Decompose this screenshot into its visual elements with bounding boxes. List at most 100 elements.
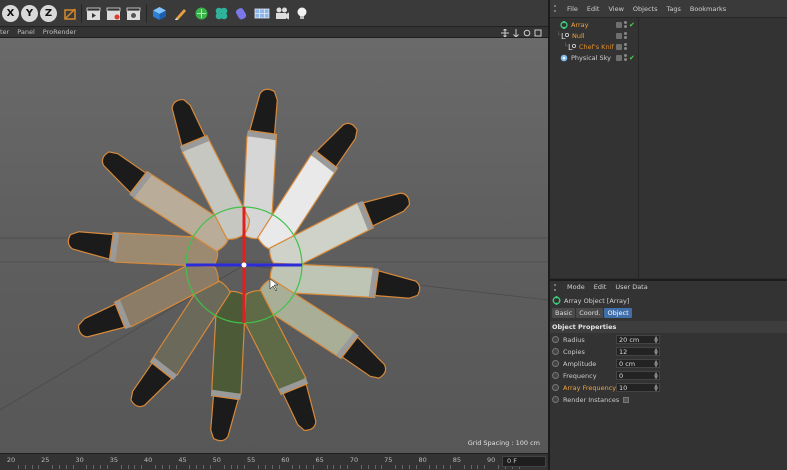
timeline-tick-label: 65 — [315, 456, 324, 464]
timeline-minor-tick — [223, 465, 225, 469]
grip-icon[interactable] — [554, 5, 560, 12]
layer-box[interactable] — [616, 54, 622, 61]
render-view-button[interactable] — [85, 5, 102, 22]
timeline-minor-tick — [463, 465, 465, 469]
animate-radio[interactable] — [552, 372, 559, 379]
menu-edit[interactable]: Edit — [594, 283, 607, 291]
object-row-null[interactable]: └ L Null — [550, 30, 787, 41]
x-axis-lock-button[interactable]: X — [2, 5, 19, 22]
viewport-menu-panel[interactable]: Panel — [17, 28, 35, 36]
timeline-minor-tick — [134, 465, 136, 469]
layer-box[interactable] — [616, 21, 622, 28]
maximize-view-icon[interactable] — [534, 29, 542, 37]
object-name[interactable]: Null — [572, 32, 585, 40]
tab-basic[interactable]: Basic — [552, 308, 576, 318]
stepper-arrows-icon[interactable]: ▲ ▼ — [654, 336, 658, 345]
copies-field[interactable]: 12 ▲ ▼ — [616, 347, 660, 357]
light-button[interactable] — [293, 5, 310, 22]
knife-handle — [362, 192, 411, 227]
tab-coord[interactable]: Coord. — [576, 308, 604, 318]
menu-objects[interactable]: Objects — [633, 5, 658, 13]
object-name[interactable]: Array — [571, 21, 589, 29]
grid-spacing-label: Grid Spacing : 100 cm — [467, 439, 540, 447]
array-frequency-field[interactable]: 10 ▲ ▼ — [616, 383, 660, 393]
property-label: Array Frequency — [563, 383, 617, 392]
timeline-ruler[interactable]: 20 25 30 35 40 45 50 55 60 65 70 75 80 85 90 0 F — [0, 453, 548, 470]
timeline-tick-label: 90 — [487, 456, 496, 464]
object-row-array[interactable]: Array ✔ — [550, 19, 787, 30]
cloner-button[interactable] — [213, 5, 230, 22]
timeline-tick-label: 60 — [281, 456, 290, 464]
timeline-minor-tick — [415, 465, 417, 469]
move-view-icon[interactable] — [501, 28, 509, 37]
object-row-chefs-knife[interactable]: └ L Chef's Knif — [550, 41, 787, 52]
layer-box[interactable] — [616, 32, 622, 39]
animate-radio[interactable] — [552, 360, 559, 367]
tab-object[interactable]: Object — [604, 308, 632, 318]
menu-view[interactable]: View — [608, 5, 623, 13]
menu-file[interactable]: File — [567, 5, 578, 13]
timeline-minor-tick — [175, 465, 177, 469]
coordinate-system-button[interactable] — [61, 5, 78, 22]
enabled-check-icon[interactable]: ✔ — [629, 54, 635, 62]
animate-radio[interactable] — [552, 396, 559, 403]
radius-field[interactable]: 20 cm ▲ ▼ — [616, 335, 660, 345]
knife-handle — [67, 231, 114, 260]
viewport-menu-filter[interactable]: ter — [0, 28, 9, 36]
animate-radio[interactable] — [552, 384, 559, 391]
visibility-dots[interactable] — [624, 43, 627, 50]
property-amplitude: Amplitude 0 cm ▲ ▼ — [552, 358, 786, 369]
main-toolbar: X Y Z — [0, 0, 548, 27]
viewport-menu-prorender[interactable]: ProRender — [43, 28, 76, 36]
clapperboard-icon — [86, 7, 101, 20]
timeline-tick-label: 50 — [212, 456, 221, 464]
stepper-arrows-icon[interactable]: ▲ ▼ — [654, 348, 658, 357]
object-flags — [616, 32, 627, 39]
camera-button[interactable] — [273, 5, 290, 22]
add-cube-button[interactable] — [151, 5, 168, 22]
menu-edit[interactable]: Edit — [587, 5, 600, 13]
menu-bookmarks[interactable]: Bookmarks — [690, 5, 726, 13]
svg-text:L: L — [568, 43, 573, 51]
render-instances-checkbox[interactable] — [623, 396, 630, 403]
animate-radio[interactable] — [552, 348, 559, 355]
grip-icon[interactable] — [554, 283, 560, 291]
enabled-check-icon[interactable]: ✔ — [629, 21, 635, 29]
timeline-minor-tick — [230, 465, 232, 469]
timeline-minor-tick — [312, 465, 314, 469]
object-name[interactable]: Physical Sky — [571, 54, 611, 62]
array-icon — [552, 296, 561, 305]
visibility-dots[interactable] — [624, 32, 627, 39]
menu-tags[interactable]: Tags — [666, 5, 680, 13]
timeline-minor-tick — [436, 465, 438, 469]
stepper-arrows-icon[interactable]: ▲ ▼ — [654, 372, 658, 381]
timeline-minor-tick — [429, 465, 431, 469]
stepper-arrows-icon[interactable]: ▲ ▼ — [654, 360, 658, 369]
frequency-field[interactable]: 0 ▲ ▼ — [616, 371, 660, 381]
animate-radio[interactable] — [552, 336, 559, 343]
object-name[interactable]: Chef's Knif — [579, 43, 614, 51]
render-settings-button[interactable] — [125, 5, 142, 22]
visibility-dots[interactable] — [624, 54, 627, 61]
visibility-dots[interactable] — [624, 21, 627, 28]
stepper-arrows-icon[interactable]: ▲ ▼ — [654, 384, 658, 393]
zoom-view-icon[interactable] — [512, 28, 520, 37]
current-frame-field[interactable]: 0 F — [502, 456, 546, 467]
menu-mode[interactable]: Mode — [567, 283, 585, 291]
render-picture-viewer-button[interactable] — [105, 5, 122, 22]
3d-viewport[interactable]: Grid Spacing : 100 cm — [0, 38, 548, 453]
rotate-view-icon[interactable] — [523, 29, 531, 37]
timeline-minor-tick — [244, 465, 246, 469]
y-axis-lock-button[interactable]: Y — [21, 5, 38, 22]
amplitude-field[interactable]: 0 cm ▲ ▼ — [616, 359, 660, 369]
timeline-minor-tick — [141, 465, 143, 469]
subdivision-surface-button[interactable] — [193, 5, 210, 22]
menu-user-data[interactable]: User Data — [615, 283, 647, 291]
z-axis-lock-button[interactable]: Z — [40, 5, 57, 22]
pen-tool-button[interactable] — [172, 5, 189, 22]
layer-box[interactable] — [616, 43, 622, 50]
viewport-scene[interactable] — [0, 38, 548, 453]
floor-button[interactable] — [253, 5, 270, 22]
object-row-physical-sky[interactable]: Physical Sky ✔ — [550, 52, 787, 63]
deformer-button[interactable] — [233, 5, 250, 22]
